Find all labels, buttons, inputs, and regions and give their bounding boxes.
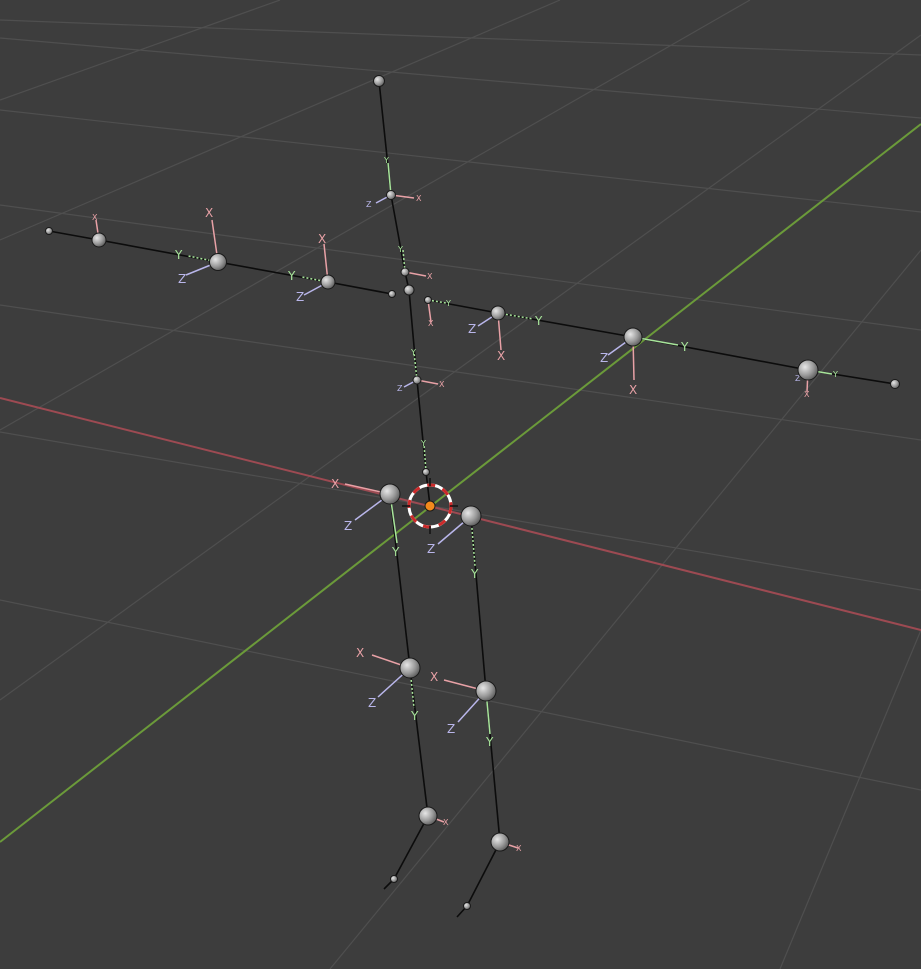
svg-text:Y: Y <box>174 248 183 262</box>
joint <box>412 375 422 385</box>
svg-text:Z: Z <box>368 696 376 710</box>
svg-text:X: X <box>205 206 213 220</box>
svg-text:Z: Z <box>397 384 403 393</box>
joint <box>463 902 471 910</box>
joint <box>424 296 432 304</box>
bone-axes <box>95 162 833 849</box>
svg-text:X: X <box>416 194 422 203</box>
joint <box>399 657 421 679</box>
svg-text:Y: Y <box>397 245 403 254</box>
joint <box>490 832 510 852</box>
joint <box>320 274 336 290</box>
svg-text:Z: Z <box>600 351 608 365</box>
joint <box>386 190 396 200</box>
joint <box>623 327 643 347</box>
y-axis-line <box>0 123 921 843</box>
joint <box>403 284 415 296</box>
svg-text:X: X <box>439 380 445 389</box>
svg-text:Y: Y <box>470 567 479 581</box>
bone-joints[interactable] <box>45 75 900 910</box>
svg-text:X: X <box>92 213 98 222</box>
svg-text:X: X <box>356 646 364 660</box>
joint <box>91 232 107 248</box>
svg-text:X: X <box>804 390 810 399</box>
svg-text:X: X <box>430 670 438 684</box>
svg-text:Z: Z <box>296 290 304 304</box>
svg-text:X: X <box>331 477 339 491</box>
svg-text:Y: Y <box>410 348 416 357</box>
svg-text:Y: Y <box>534 314 543 328</box>
svg-text:X: X <box>629 383 637 397</box>
svg-text:Z: Z <box>178 272 186 286</box>
svg-text:Y: Y <box>680 340 689 354</box>
svg-text:Y: Y <box>832 370 838 379</box>
svg-text:Z: Z <box>427 542 435 556</box>
joint <box>209 253 227 271</box>
origin-icon <box>424 500 436 512</box>
joint <box>373 75 385 87</box>
svg-text:X: X <box>497 349 505 363</box>
floor-grid <box>0 0 921 969</box>
joint <box>490 305 506 321</box>
svg-text:X: X <box>443 818 449 827</box>
x-axis-line <box>0 397 921 631</box>
joint <box>379 483 401 505</box>
joint <box>390 875 398 883</box>
svg-text:Y: Y <box>445 299 451 308</box>
joint <box>797 359 819 381</box>
svg-text:X: X <box>428 319 434 328</box>
svg-text:Z: Z <box>366 200 372 209</box>
axis-labels: X Y Z X Y Z X Y Z X Y Z X Y Z Y Z X Y Z … <box>92 156 838 853</box>
svg-text:Y: Y <box>485 735 494 749</box>
joint <box>388 290 396 298</box>
svg-text:X: X <box>516 844 522 853</box>
viewport-canvas[interactable]: X Y Z X Y Z X Y Z X Y Z X Y Z Y Z X Y Z … <box>0 0 921 969</box>
svg-text:X: X <box>427 272 433 281</box>
joint <box>418 806 438 826</box>
svg-text:X: X <box>318 232 326 246</box>
svg-text:Y: Y <box>420 439 426 448</box>
svg-text:Z: Z <box>344 519 352 533</box>
svg-text:Y: Y <box>391 545 400 559</box>
joint <box>422 468 430 476</box>
joint <box>460 505 482 527</box>
svg-text:Z: Z <box>468 322 476 336</box>
joint <box>890 379 900 389</box>
armature-bones[interactable] <box>48 80 896 918</box>
joint <box>45 227 53 235</box>
joint <box>400 267 410 277</box>
joint <box>475 680 497 702</box>
3d-viewport[interactable]: X Y Z X Y Z X Y Z X Y Z X Y Z Y Z X Y Z … <box>0 0 921 969</box>
svg-text:Z: Z <box>447 722 455 736</box>
svg-text:Y: Y <box>287 269 296 283</box>
svg-text:Y: Y <box>410 709 419 723</box>
svg-text:Y: Y <box>383 156 389 165</box>
